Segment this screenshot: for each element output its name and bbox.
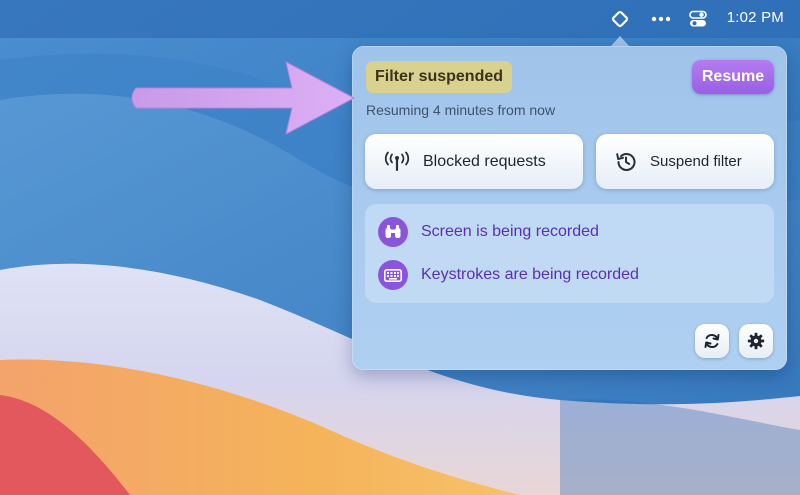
- refresh-button[interactable]: [695, 324, 729, 358]
- binoculars-icon: [378, 217, 408, 247]
- status-badge: Filter suspended: [366, 61, 513, 93]
- list-item: Keystrokes are being recorded: [378, 260, 639, 290]
- antenna-icon: [383, 148, 411, 176]
- resume-hint: Resuming 4 minutes from now: [366, 102, 556, 118]
- gear-icon: [747, 332, 765, 350]
- blocked-requests-label: Blocked requests: [423, 152, 546, 170]
- toggles-icon[interactable]: [686, 8, 710, 30]
- recording-status-panel: Screen is being recorded Keystrokes are …: [365, 204, 774, 303]
- keyboard-icon: [378, 260, 408, 290]
- refresh-icon: [703, 332, 721, 350]
- settings-button[interactable]: [739, 324, 773, 358]
- menu-bar: 1:02 PM: [0, 0, 800, 38]
- resume-button[interactable]: Resume: [692, 60, 774, 94]
- suspend-filter-label: Suspend filter: [650, 153, 742, 170]
- diamond-outline-icon[interactable]: [608, 8, 632, 30]
- popover-caret: [611, 36, 629, 46]
- ellipsis-icon[interactable]: [648, 8, 674, 30]
- list-item: Screen is being recorded: [378, 217, 599, 247]
- menu-bar-clock[interactable]: 1:02 PM: [727, 9, 784, 26]
- history-icon: [612, 148, 640, 176]
- keystroke-recording-text: Keystrokes are being recorded: [421, 266, 639, 283]
- desktop: 1:02 PM Filter suspended Resume Resuming…: [0, 0, 800, 495]
- screen-recording-text: Screen is being recorded: [421, 223, 599, 240]
- filter-popover: Filter suspended Resume Resuming 4 minut…: [352, 46, 787, 370]
- suspend-filter-button[interactable]: Suspend filter: [596, 134, 774, 189]
- blocked-requests-button[interactable]: Blocked requests: [365, 134, 583, 189]
